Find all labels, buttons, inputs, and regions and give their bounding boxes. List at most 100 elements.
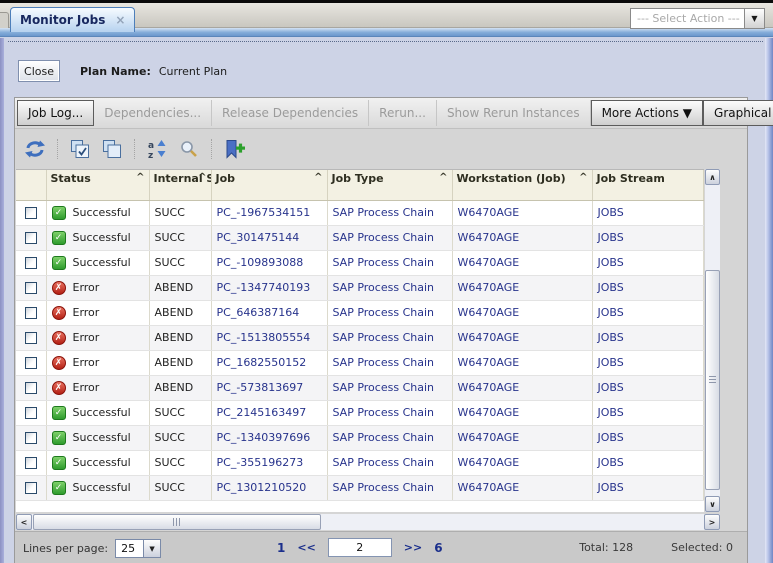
select-action-dropdown[interactable]: --- Select Action --- ▼ bbox=[630, 8, 765, 29]
column-header-workstation-job[interactable]: Workstation (Job)^ bbox=[452, 170, 592, 200]
job-link[interactable]: PC_2145163497 bbox=[211, 400, 327, 425]
workstation-cell: W6470AGE bbox=[452, 250, 592, 275]
tab-title: Monitor Jobs bbox=[20, 13, 105, 27]
job-link[interactable]: PC_-1513805554 bbox=[211, 325, 327, 350]
job-link[interactable]: PC_-573813697 bbox=[211, 375, 327, 400]
status-label: Successful bbox=[73, 431, 131, 444]
status-label: Successful bbox=[73, 456, 131, 469]
refresh-icon bbox=[24, 139, 46, 159]
total-count: Total: 128 bbox=[579, 541, 633, 554]
table-header-row: Status^Internal Status^Job^ Job Type ^ Work… bbox=[16, 170, 703, 200]
job-link[interactable]: PC_1301210520 bbox=[211, 475, 327, 500]
job-link[interactable]: PC_-1347740193 bbox=[211, 275, 327, 300]
success-icon: ✓ bbox=[52, 431, 66, 445]
content-area: Close Plan Name: Current Plan Job Log...… bbox=[0, 38, 773, 563]
last-page-link[interactable]: 6 bbox=[434, 541, 442, 555]
refresh-button[interactable] bbox=[23, 137, 47, 161]
sort-button[interactable]: a z bbox=[145, 137, 169, 161]
job-link[interactable]: PC_-1340397696 bbox=[211, 425, 327, 450]
next-page-link[interactable]: >> bbox=[404, 541, 422, 554]
workstation-cell: W6470AGE bbox=[452, 300, 592, 325]
tab-monitor-jobs[interactable]: Monitor Jobs × bbox=[10, 7, 135, 32]
first-page-link[interactable]: 1 bbox=[277, 541, 285, 555]
error-icon: ✗ bbox=[52, 306, 66, 320]
add-bookmark-button[interactable] bbox=[222, 137, 246, 161]
column-header-internal-status[interactable]: Internal Status^ bbox=[149, 170, 211, 200]
workstation-cell: W6470AGE bbox=[452, 450, 592, 475]
table-row: ✗ErrorABENDPC_-1347740193SAP Process Cha… bbox=[16, 275, 703, 300]
prev-page-link[interactable]: << bbox=[297, 541, 315, 554]
row-checkbox[interactable] bbox=[25, 282, 37, 294]
column-header-job-type[interactable]: Job Type ^ bbox=[327, 170, 452, 200]
row-checkbox[interactable] bbox=[25, 257, 37, 269]
current-page-input[interactable] bbox=[328, 538, 392, 557]
scroll-left-icon[interactable]: < bbox=[16, 514, 32, 530]
workstation-cell: W6470AGE bbox=[452, 225, 592, 250]
toolbar-separator bbox=[57, 139, 58, 159]
scroll-down-icon[interactable]: ∨ bbox=[705, 496, 720, 512]
internal-status-cell: SUCC bbox=[149, 425, 211, 450]
horizontal-scrollbar-thumb[interactable] bbox=[33, 514, 321, 530]
chevron-down-icon[interactable]: ▼ bbox=[744, 9, 764, 28]
column-header-job-stream[interactable]: Job Stream bbox=[592, 170, 703, 200]
job-link[interactable]: PC_301475144 bbox=[211, 225, 327, 250]
row-checkbox[interactable] bbox=[25, 357, 37, 369]
lines-per-page-select[interactable]: 25 ▼ bbox=[115, 539, 161, 558]
search-button[interactable] bbox=[177, 137, 201, 161]
tab-close-icon[interactable]: × bbox=[115, 13, 125, 27]
scroll-up-icon[interactable]: ∧ bbox=[705, 169, 720, 185]
table-row: ✗ErrorABENDPC_646387164SAP Process Chain… bbox=[16, 300, 703, 325]
column-header-job[interactable]: Job^ bbox=[211, 170, 327, 200]
row-checkbox[interactable] bbox=[25, 482, 37, 494]
column-header-status[interactable]: Status^ bbox=[46, 170, 149, 200]
scroll-right-icon[interactable]: > bbox=[704, 514, 720, 530]
row-checkbox[interactable] bbox=[25, 432, 37, 444]
status-label: Error bbox=[73, 331, 100, 344]
row-checkbox[interactable] bbox=[25, 457, 37, 469]
workstation-cell: W6470AGE bbox=[452, 200, 592, 225]
job-type-cell: SAP Process Chain bbox=[327, 250, 452, 275]
deselect-all-button[interactable] bbox=[100, 137, 124, 161]
column-label: Status bbox=[51, 172, 91, 185]
internal-status-cell: SUCC bbox=[149, 450, 211, 475]
row-checkbox[interactable] bbox=[25, 382, 37, 394]
row-checkbox[interactable] bbox=[25, 232, 37, 244]
job-link[interactable]: PC_-109893088 bbox=[211, 250, 327, 275]
sort-caret-icon: ^ bbox=[439, 172, 447, 183]
column-label: Job Type bbox=[332, 172, 384, 185]
close-button[interactable]: Close bbox=[18, 60, 60, 82]
status-label: Successful bbox=[73, 406, 131, 419]
action-button-show-rerun-instances: Show Rerun Instances bbox=[437, 100, 591, 126]
job-link[interactable]: PC_-355196273 bbox=[211, 450, 327, 475]
vertical-scrollbar-thumb[interactable] bbox=[705, 270, 720, 490]
column-label: Job bbox=[216, 172, 236, 185]
job-link[interactable]: PC_-1967534151 bbox=[211, 200, 327, 225]
vertical-scrollbar[interactable]: ∧ ∨ bbox=[705, 169, 720, 512]
row-checkbox[interactable] bbox=[25, 307, 37, 319]
pagination-bar: Lines per page: 25 ▼ 1 << >> 6 Total: 12… bbox=[15, 531, 747, 563]
error-icon: ✗ bbox=[52, 381, 66, 395]
table-row: ✓SuccessfulSUCCPC_-1340397696SAP Process… bbox=[16, 425, 703, 450]
row-checkbox[interactable] bbox=[25, 407, 37, 419]
action-button-more-actions[interactable]: More Actions ▼ bbox=[591, 100, 703, 126]
status-label: Error bbox=[73, 281, 100, 294]
workstation-cell: W6470AGE bbox=[452, 325, 592, 350]
internal-status-cell: SUCC bbox=[149, 475, 211, 500]
action-button-graphical-views[interactable]: Graphical Views ▼ bbox=[703, 100, 773, 126]
job-type-cell: SAP Process Chain bbox=[327, 375, 452, 400]
row-checkbox[interactable] bbox=[25, 207, 37, 219]
chevron-down-icon[interactable]: ▼ bbox=[143, 540, 160, 557]
column-header-checkbox bbox=[16, 170, 46, 200]
job-link[interactable]: PC_1682550152 bbox=[211, 350, 327, 375]
job-link[interactable]: PC_646387164 bbox=[211, 300, 327, 325]
workstation-cell: W6470AGE bbox=[452, 425, 592, 450]
horizontal-scrollbar[interactable]: < > bbox=[16, 514, 720, 530]
job-type-cell: SAP Process Chain bbox=[327, 225, 452, 250]
row-checkbox[interactable] bbox=[25, 332, 37, 344]
job-stream-cell: JOBS bbox=[592, 400, 703, 425]
action-button-job-log[interactable]: Job Log... bbox=[17, 100, 94, 126]
select-all-button[interactable] bbox=[68, 137, 92, 161]
lines-per-page-label: Lines per page: bbox=[23, 542, 108, 555]
internal-status-cell: ABEND bbox=[149, 275, 211, 300]
dotted-divider bbox=[8, 41, 763, 42]
